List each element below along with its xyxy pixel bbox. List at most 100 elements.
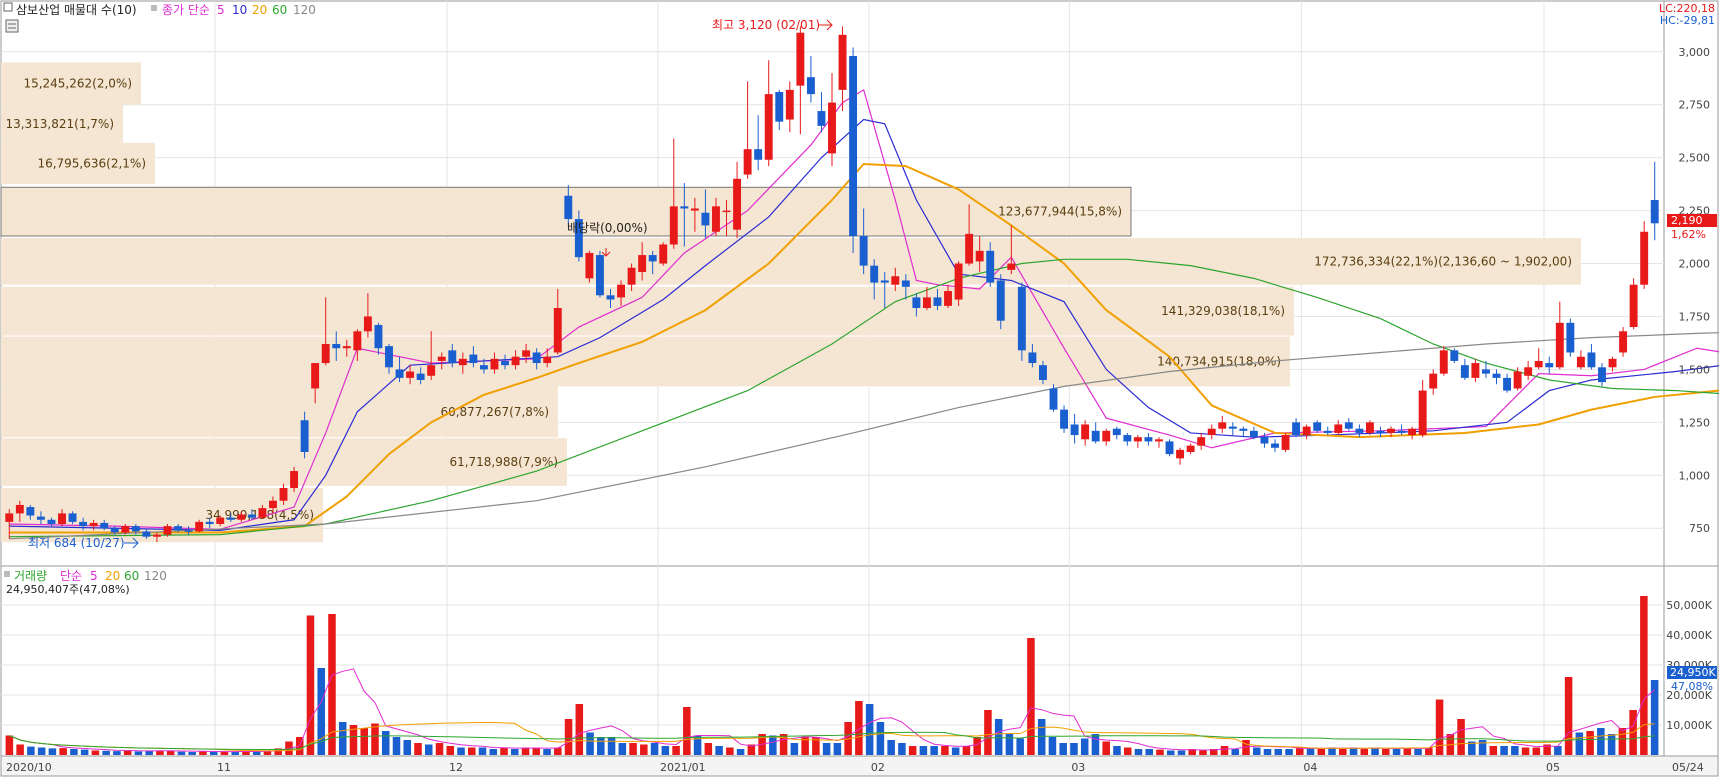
candle-body (1355, 428, 1364, 433)
candle-body (996, 280, 1005, 321)
price-tick-label: 2,500 (1679, 152, 1711, 165)
volume-bar (403, 740, 412, 755)
candle-body (817, 111, 826, 126)
volume-bar (1274, 749, 1283, 755)
volume-profile-label: 172,736,334(22,1%)(2,136,60 ~ 1,902,00) (1314, 254, 1572, 268)
price-tick-label: 1,000 (1679, 469, 1711, 482)
candle-body (1555, 322, 1564, 368)
volume-bar (1134, 749, 1143, 755)
volume-bar (424, 744, 433, 755)
candle-body (479, 365, 488, 370)
volume-bar (984, 710, 992, 755)
volume-bar (1564, 677, 1573, 755)
candle-body (638, 255, 647, 272)
candle-body (1249, 430, 1258, 438)
candle-body (1587, 352, 1596, 368)
candle-body (195, 521, 204, 532)
volume-bar (134, 751, 143, 755)
candle-body (543, 356, 552, 364)
candle-body (1513, 371, 1522, 389)
volume-bar (994, 719, 1003, 755)
candle-body (901, 280, 910, 287)
candle-body (1091, 430, 1100, 442)
volume-bar (898, 743, 906, 755)
volume-bar (1317, 749, 1326, 755)
volume-bar (37, 747, 46, 755)
candle-body (870, 265, 879, 283)
last-change-value: 1,62% (1671, 228, 1706, 241)
candle-body (152, 534, 161, 537)
candle-body (1123, 435, 1132, 442)
vol-ma-20: 20 (105, 569, 120, 583)
candle-body (648, 255, 657, 262)
candle-body (1197, 437, 1206, 446)
volume-bar (1037, 719, 1046, 755)
volume-bar (930, 746, 938, 755)
volume-bar (1650, 680, 1659, 755)
volume-bar (629, 743, 637, 755)
panel-menu-icon[interactable] (3, 2, 13, 12)
volume-bar (1091, 734, 1100, 755)
volume-bar (769, 735, 777, 755)
volume-bar (1177, 750, 1186, 755)
candle-body (1503, 377, 1512, 391)
volume-bar (27, 746, 35, 755)
volume-bar (919, 746, 928, 755)
stock-chart-canvas[interactable]: 15,245,262(2,0%) 13,313,821(1,7%) 16,795,6… (0, 0, 1719, 777)
candle-body (332, 344, 341, 349)
volume-bar (554, 747, 562, 755)
volume-bar (435, 743, 444, 755)
volume-bar (70, 749, 78, 755)
candle-body (912, 297, 921, 308)
candle-body (743, 149, 752, 175)
volume-bar (478, 747, 487, 755)
candle-body (553, 308, 562, 353)
candle-body (1028, 352, 1037, 364)
candle-body (121, 526, 130, 533)
candle-body (47, 519, 56, 524)
candle-body (1228, 426, 1237, 429)
candle-body (986, 250, 995, 283)
candle-body (1271, 443, 1279, 448)
volume-bar (177, 751, 186, 755)
candle-body (1186, 445, 1195, 452)
price-tick-label: 1,250 (1679, 416, 1711, 429)
candle-body (226, 517, 235, 520)
candle-body (1365, 422, 1374, 433)
volume-bar (704, 743, 713, 755)
price-panel-title: 삼보산업 매물대 수(10) (16, 3, 137, 17)
volume-bar (726, 747, 734, 755)
stock-chart-window[interactable]: 15,245,262(2,0%) 13,313,821(1,7%) 16,795,6… (0, 0, 1719, 777)
volume-bar (640, 744, 648, 755)
candle-body (1102, 430, 1111, 442)
candle-body (26, 507, 35, 516)
volume-bar (392, 737, 401, 755)
volume-bar (1016, 738, 1024, 755)
ma-legend-5: 5 (217, 3, 225, 17)
volume-bar (908, 746, 917, 755)
volume-bar (1231, 749, 1240, 755)
candle-body (100, 522, 109, 529)
high-annotation: 최고 3,120 (02/01) (712, 18, 820, 32)
candle-body (1165, 441, 1174, 455)
candle-body (944, 291, 952, 306)
volume-tick-label: 50,000K (1666, 599, 1712, 612)
candle-body (796, 32, 805, 86)
table-toggle-icon[interactable] (5, 19, 19, 33)
candle-body (1629, 284, 1638, 328)
candle-body (1650, 200, 1659, 224)
date-tick-label: 12 (449, 761, 463, 774)
candle-body (1344, 422, 1353, 429)
candle-body (1207, 428, 1216, 436)
candle-body (1492, 373, 1501, 378)
candle-body (775, 92, 784, 122)
volume-bar (1123, 747, 1132, 755)
candle-body (1576, 356, 1585, 368)
volume-bar (1059, 743, 1067, 755)
volume-bar (1392, 749, 1401, 755)
candle-body (975, 250, 984, 262)
volume-bar (1575, 732, 1584, 755)
volume-profile-label: 15,245,262(2,0%) (23, 77, 132, 91)
candle-body (722, 210, 731, 213)
price-tick-label: 750 (1689, 522, 1710, 535)
